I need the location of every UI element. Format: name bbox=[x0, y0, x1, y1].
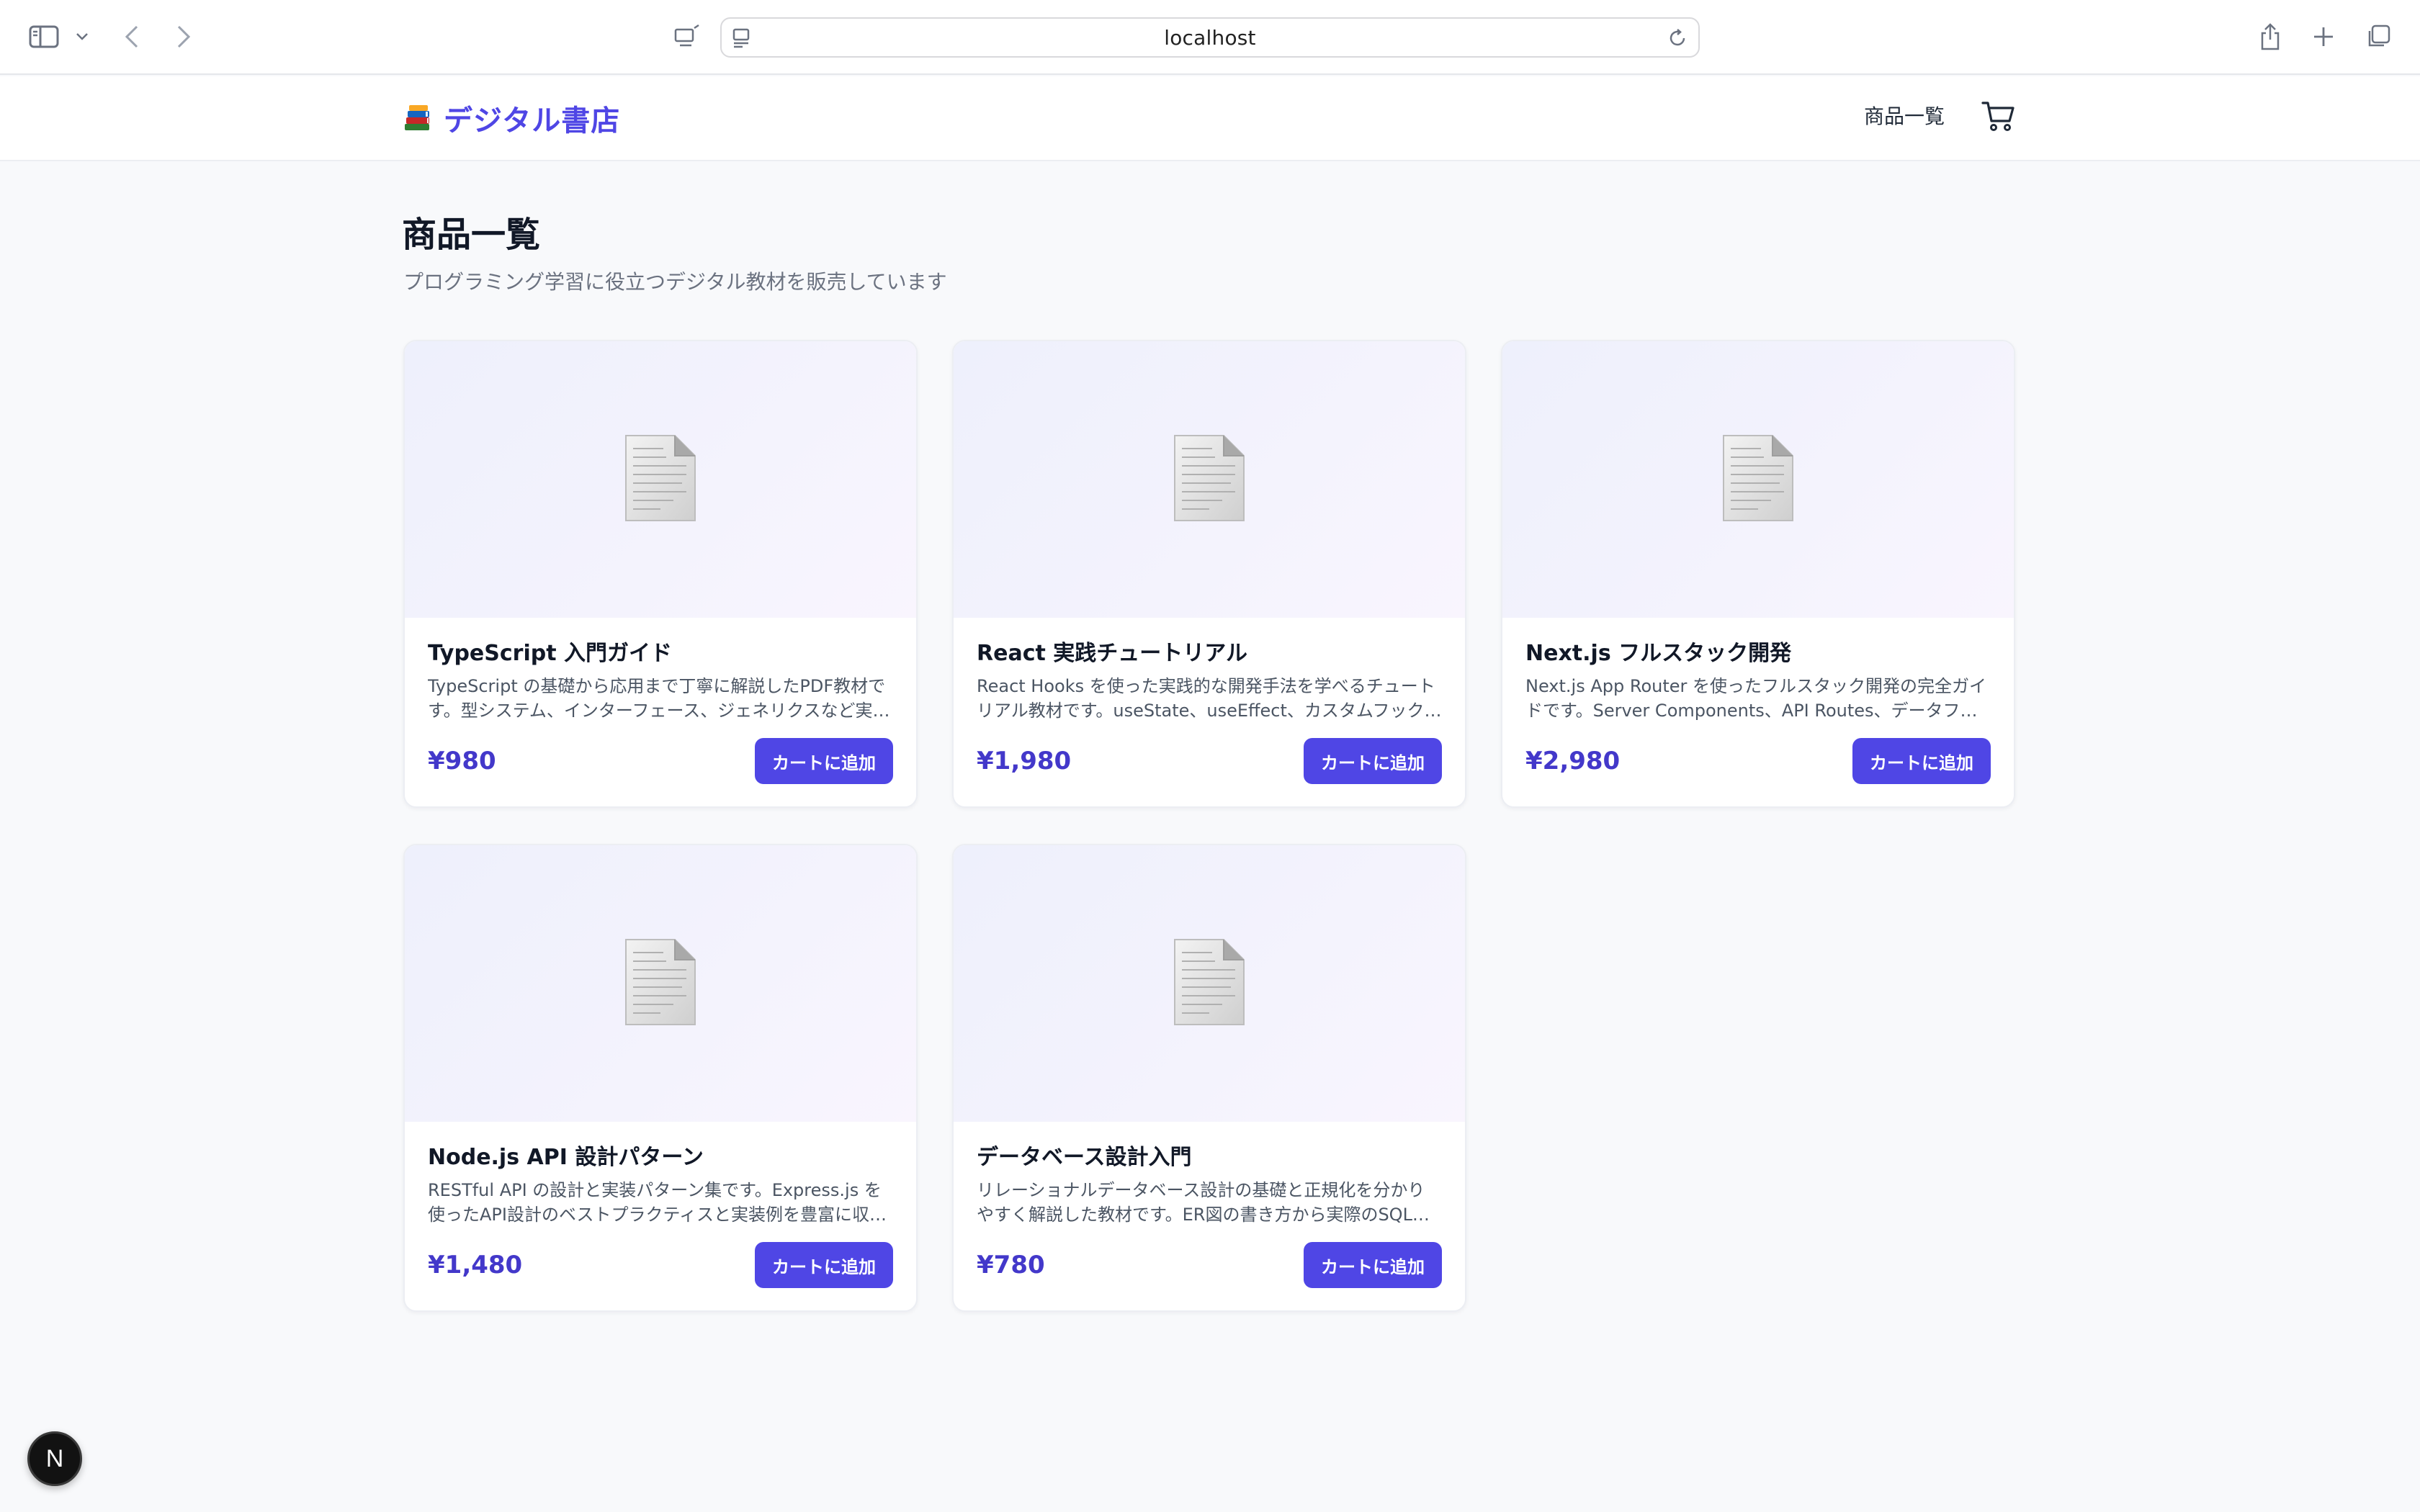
product-title[interactable]: TypeScript 入門ガイド bbox=[428, 639, 893, 668]
product-card[interactable]: TypeScript 入門ガイド TypeScript の基礎から応用まで丁寧に… bbox=[403, 340, 918, 808]
sidebar-toggle-icon[interactable] bbox=[27, 19, 60, 55]
back-icon[interactable] bbox=[121, 19, 143, 55]
product-title[interactable]: Next.js フルスタック開発 bbox=[1525, 639, 1991, 668]
nav-link-products[interactable]: 商品一覧 bbox=[1864, 101, 1945, 130]
add-to-cart-button[interactable]: カートに追加 bbox=[755, 738, 893, 784]
cart-icon[interactable] bbox=[1981, 99, 2015, 135]
product-description: リレーショナルデータベース設計の基礎と正規化を分かりやすく解説した教材です。ER… bbox=[977, 1180, 1430, 1225]
product-description: TypeScript の基礎から応用まで丁寧に解説したPDF教材です。型システム… bbox=[428, 676, 890, 721]
add-to-cart-button[interactable]: カートに追加 bbox=[1852, 738, 1991, 784]
add-to-cart-button[interactable]: カートに追加 bbox=[1304, 1242, 1442, 1288]
document-icon bbox=[623, 938, 698, 1029]
product-card[interactable]: データベース設計入門 リレーショナルデータベース設計の基礎と正規化を分かりやすく… bbox=[952, 844, 1466, 1312]
product-thumbnail bbox=[954, 341, 1465, 618]
document-icon bbox=[1721, 434, 1796, 525]
browser-toolbar: localhost bbox=[0, 0, 2420, 75]
reload-icon[interactable] bbox=[1667, 27, 1688, 49]
forward-icon[interactable] bbox=[173, 19, 194, 55]
product-thumbnail bbox=[405, 845, 916, 1122]
product-thumbnail bbox=[954, 845, 1465, 1122]
page-title: 商品一覧 bbox=[402, 215, 541, 255]
document-icon bbox=[1172, 434, 1247, 525]
document-icon bbox=[623, 434, 698, 525]
page-subtitle: プログラミング学習に役立つデジタル教材を販売しています bbox=[403, 270, 947, 294]
new-tab-icon[interactable] bbox=[2312, 19, 2335, 55]
address-bar[interactable]: localhost bbox=[720, 17, 1700, 58]
product-price: ¥1,480 bbox=[428, 1251, 523, 1279]
share-icon[interactable] bbox=[2259, 19, 2282, 55]
nextjs-dev-tools-button[interactable]: N bbox=[27, 1431, 82, 1486]
product-description: Next.js App Router を使ったフルスタック開発の完全ガイドです。… bbox=[1525, 676, 1987, 721]
document-icon bbox=[1172, 938, 1247, 1029]
product-card[interactable]: React 実践チュートリアル React Hooks を使った実践的な開発手法… bbox=[952, 340, 1466, 808]
product-thumbnail bbox=[405, 341, 916, 618]
add-to-cart-button[interactable]: カートに追加 bbox=[1304, 738, 1442, 784]
brand-logo-link[interactable]: デジタル書店 bbox=[402, 96, 620, 140]
product-price: ¥1,980 bbox=[977, 747, 1072, 775]
product-thumbnail bbox=[1502, 341, 2014, 618]
product-title[interactable]: React 実践チュートリアル bbox=[977, 639, 1442, 668]
product-grid: TypeScript 入門ガイド TypeScript の基礎から応用まで丁寧に… bbox=[403, 340, 2017, 1312]
product-card[interactable]: Node.js API 設計パターン RESTful API の設計と実装パター… bbox=[403, 844, 918, 1312]
product-title[interactable]: データベース設計入門 bbox=[977, 1143, 1442, 1172]
translate-icon[interactable] bbox=[671, 19, 703, 55]
product-description: React Hooks を使った実践的な開発手法を学べるチュートリアル教材です。… bbox=[977, 676, 1442, 721]
product-price: ¥2,980 bbox=[1525, 747, 1621, 775]
chevron-down-icon[interactable] bbox=[73, 19, 91, 55]
site-info-icon[interactable] bbox=[732, 27, 752, 49]
add-to-cart-button[interactable]: カートに追加 bbox=[755, 1242, 893, 1288]
books-icon bbox=[405, 105, 429, 130]
url-text: localhost bbox=[1164, 25, 1256, 50]
tab-overview-icon[interactable] bbox=[2365, 19, 2391, 55]
product-price: ¥980 bbox=[428, 747, 496, 775]
product-title[interactable]: Node.js API 設計パターン bbox=[428, 1143, 893, 1172]
product-card[interactable]: Next.js フルスタック開発 Next.js App Router を使った… bbox=[1501, 340, 2015, 808]
site-header: デジタル書店 bbox=[0, 76, 2420, 161]
product-price: ¥780 bbox=[977, 1251, 1045, 1279]
product-description: RESTful API の設計と実装パターン集です。Express.js を使っ… bbox=[428, 1180, 882, 1225]
brand-name: デジタル書店 bbox=[444, 104, 621, 138]
